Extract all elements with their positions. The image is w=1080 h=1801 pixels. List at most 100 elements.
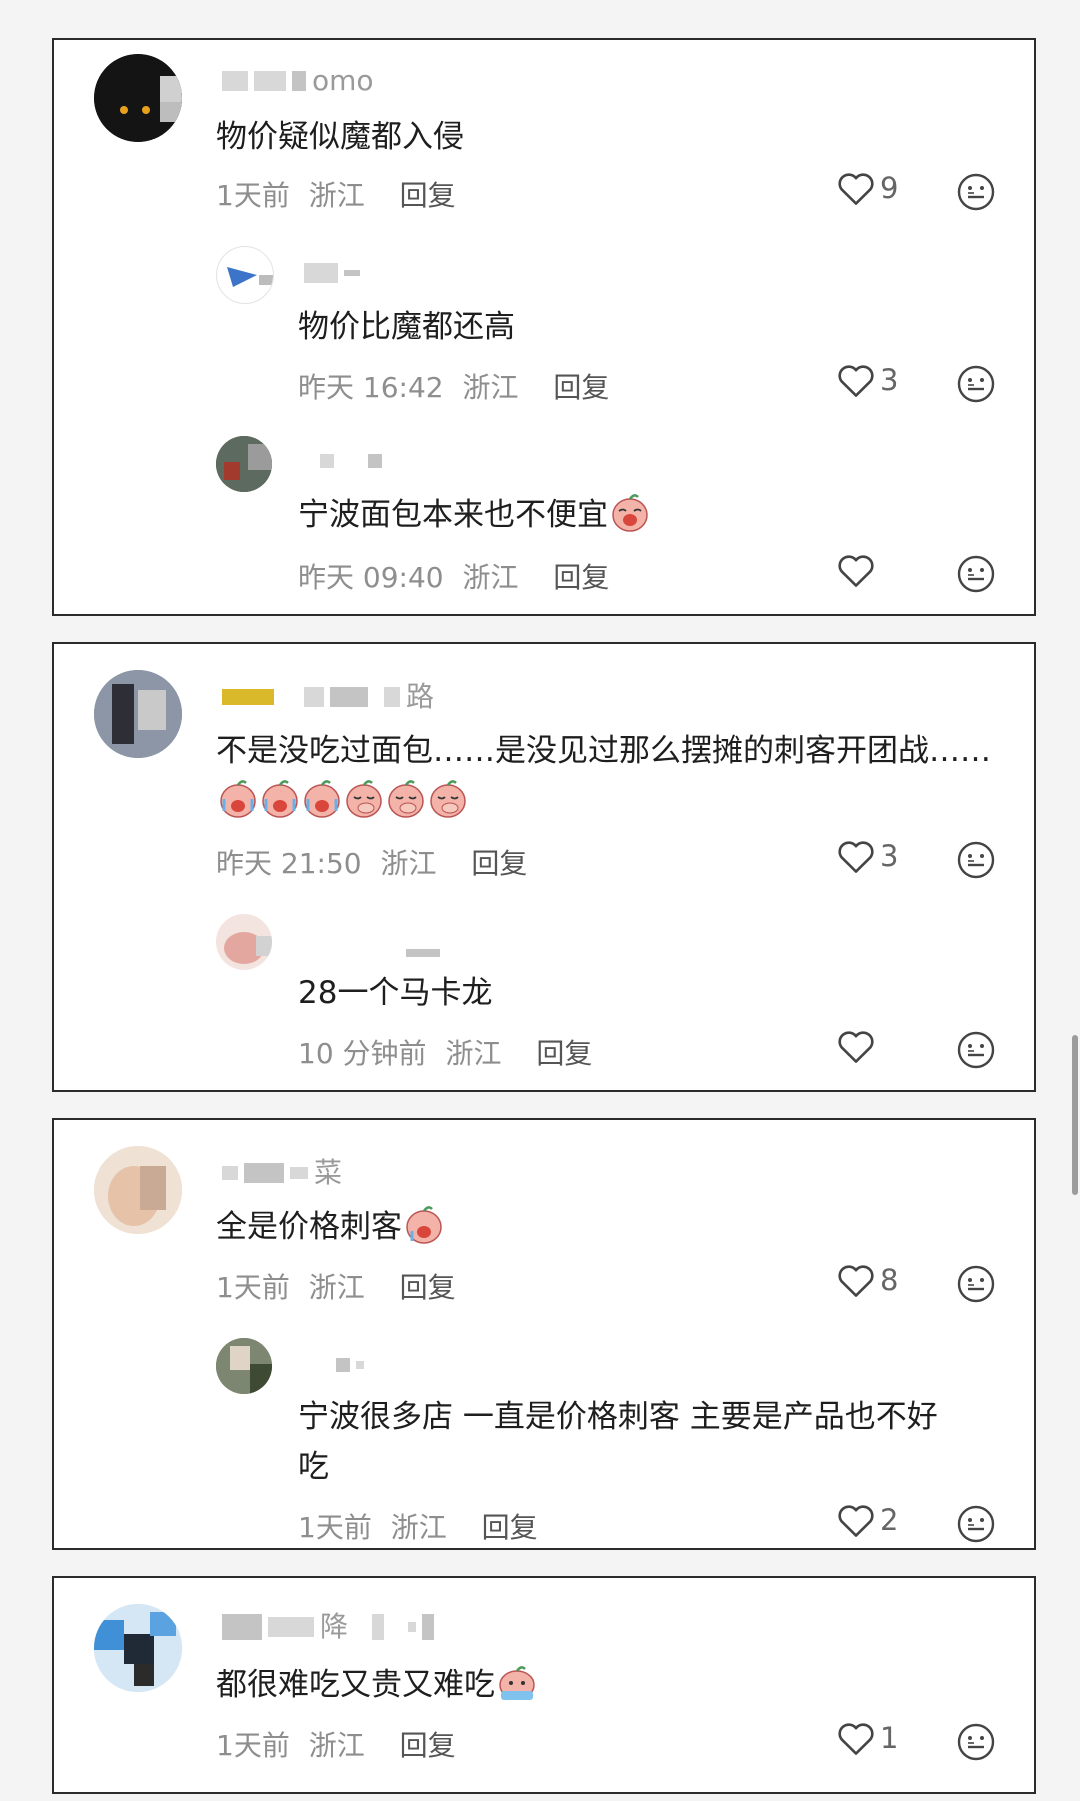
username-visible-part: omo bbox=[312, 64, 374, 97]
peach-covering-mouth-sticker bbox=[430, 780, 466, 818]
username[interactable] bbox=[336, 1354, 364, 1376]
reply-button[interactable]: 回复 bbox=[482, 1511, 538, 1544]
username[interactable] bbox=[406, 942, 440, 964]
username[interactable] bbox=[320, 450, 382, 472]
username[interactable]: 降 bbox=[222, 1610, 435, 1643]
avatar[interactable] bbox=[216, 436, 272, 492]
neutral-face-icon[interactable] bbox=[956, 172, 996, 212]
like-button[interactable] bbox=[836, 1028, 880, 1064]
like-count: 2 bbox=[880, 1503, 899, 1537]
reply-button[interactable]: 回复 bbox=[400, 1271, 456, 1304]
heart-outline-icon bbox=[838, 1505, 874, 1537]
username-visible-part: 降 bbox=[320, 1610, 349, 1643]
heart-outline-icon bbox=[838, 1265, 874, 1297]
comment-time: 昨天 16:42 bbox=[298, 371, 444, 404]
username[interactable]: 菜 bbox=[222, 1156, 343, 1189]
heart-outline-icon bbox=[838, 365, 874, 397]
heart-outline-icon bbox=[838, 1031, 874, 1063]
neutral-face-icon[interactable] bbox=[956, 554, 996, 594]
like-button[interactable]: 2 bbox=[836, 1502, 898, 1538]
avatar[interactable] bbox=[94, 1604, 182, 1692]
comment-card: 降 都很难吃又贵又难吃 1天前 浙江 回复 1 bbox=[52, 1576, 1036, 1794]
peach-crying-sticker bbox=[499, 1666, 535, 1700]
comment-text-content: 不是没吃过面包……是没见过那么摆摊的刺客开团战…… bbox=[216, 733, 991, 769]
username-visible-part: 菜 bbox=[314, 1156, 343, 1189]
peach-crying-sticker bbox=[220, 780, 256, 818]
comment-time: 昨天 21:50 bbox=[216, 847, 362, 880]
peach-crying-sticker bbox=[406, 1206, 442, 1244]
username[interactable]: omo bbox=[222, 64, 374, 97]
like-count: 1 bbox=[880, 1721, 899, 1755]
avatar[interactable] bbox=[94, 54, 182, 142]
like-count: 3 bbox=[880, 839, 899, 873]
comment-meta: 昨天 16:42 浙江 回复 bbox=[298, 366, 609, 406]
comment-text: 不是没吃过面包……是没见过那么摆摊的刺客开团战…… bbox=[216, 726, 996, 826]
comment-meta: 昨天 09:40 浙江 回复 bbox=[298, 556, 609, 596]
scrollbar[interactable] bbox=[1072, 1035, 1078, 1195]
heart-outline-icon bbox=[838, 1723, 874, 1755]
comment-text: 物价比魔都还高 bbox=[298, 309, 515, 345]
like-button[interactable]: 1 bbox=[836, 1720, 898, 1756]
like-button[interactable]: 9 bbox=[836, 170, 898, 206]
heart-outline-icon bbox=[838, 841, 874, 873]
reply-button[interactable]: 回复 bbox=[400, 1729, 456, 1762]
like-button[interactable]: 3 bbox=[836, 362, 898, 398]
reply-button[interactable]: 回复 bbox=[536, 1037, 592, 1070]
like-button[interactable]: 8 bbox=[836, 1262, 898, 1298]
username[interactable]: 路 bbox=[222, 680, 435, 713]
neutral-face-icon[interactable] bbox=[956, 364, 996, 404]
comment-card: 路 不是没吃过面包……是没见过那么摆摊的刺客开团战…… 昨天 21:50 浙江 … bbox=[52, 642, 1036, 1092]
comment-meta: 昨天 21:50 浙江 回复 bbox=[216, 842, 527, 882]
sticker-group bbox=[216, 780, 468, 819]
avatar-image bbox=[94, 1146, 182, 1234]
username[interactable] bbox=[304, 262, 360, 284]
comment-region: 浙江 bbox=[390, 1511, 447, 1544]
avatar[interactable] bbox=[94, 1146, 182, 1234]
comment-meta: 1天前 浙江 回复 bbox=[216, 1724, 456, 1764]
comment-text-content: 全是价格刺客 bbox=[216, 1209, 402, 1245]
avatar[interactable] bbox=[216, 246, 274, 304]
peach-crying-sticker bbox=[262, 780, 298, 818]
neutral-face-icon[interactable] bbox=[956, 1030, 996, 1070]
reply-button[interactable]: 回复 bbox=[400, 179, 456, 212]
comment-region: 浙江 bbox=[462, 561, 519, 594]
comment-time: 昨天 09:40 bbox=[298, 561, 444, 594]
comment-region: 浙江 bbox=[445, 1037, 502, 1070]
peach-covering-mouth-sticker bbox=[388, 780, 424, 818]
reply-button[interactable]: 回复 bbox=[553, 371, 609, 404]
avatar-image bbox=[94, 54, 182, 142]
comment-region: 浙江 bbox=[308, 1271, 365, 1304]
avatar-image bbox=[216, 436, 272, 492]
comment-time: 1天前 bbox=[216, 1729, 290, 1762]
username-visible-part: 路 bbox=[406, 680, 435, 713]
comment-meta: 1天前 浙江 回复 bbox=[216, 1266, 456, 1306]
avatar-image bbox=[216, 1338, 272, 1394]
avatar[interactable] bbox=[94, 670, 182, 758]
avatar[interactable] bbox=[216, 1338, 272, 1394]
like-button[interactable] bbox=[836, 552, 880, 588]
neutral-face-icon[interactable] bbox=[956, 840, 996, 880]
comment-time: 1天前 bbox=[216, 1271, 290, 1304]
neutral-face-icon[interactable] bbox=[956, 1264, 996, 1304]
like-count: 8 bbox=[880, 1263, 899, 1297]
peach-crying-sticker bbox=[612, 494, 648, 532]
neutral-face-icon[interactable] bbox=[956, 1504, 996, 1544]
like-count: 3 bbox=[880, 363, 899, 397]
comment-text: 28一个马卡龙 bbox=[298, 975, 493, 1011]
comment-meta: 1天前 浙江 回复 bbox=[298, 1506, 538, 1546]
neutral-face-icon[interactable] bbox=[956, 1722, 996, 1762]
comment-text: 都很难吃又贵又难吃 bbox=[216, 1660, 976, 1710]
comment-region: 浙江 bbox=[462, 371, 519, 404]
comment-text: 宁波面包本来也不便宜 bbox=[298, 490, 898, 540]
reply-button[interactable]: 回复 bbox=[553, 561, 609, 594]
avatar-image bbox=[224, 932, 272, 964]
reply-button[interactable]: 回复 bbox=[471, 847, 527, 880]
comment-region: 浙江 bbox=[380, 847, 437, 880]
comment-text: 全是价格刺客 bbox=[216, 1202, 976, 1252]
comment-meta: 1天前 浙江 回复 bbox=[216, 174, 456, 214]
comment-text-content: 都很难吃又贵又难吃 bbox=[216, 1667, 495, 1703]
peach-covering-mouth-sticker bbox=[346, 780, 382, 818]
avatar-image bbox=[94, 670, 182, 758]
avatar[interactable] bbox=[216, 914, 272, 970]
like-button[interactable]: 3 bbox=[836, 838, 898, 874]
